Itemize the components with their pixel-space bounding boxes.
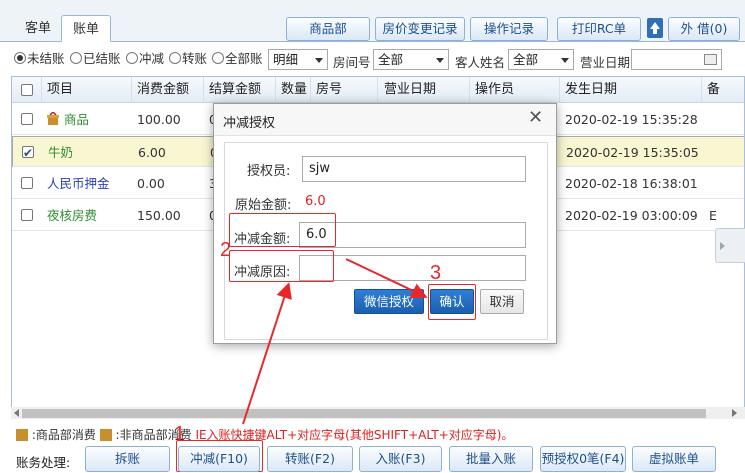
billing-actions-label: 账务处理: — [16, 455, 71, 470]
legend-nongoods: :非商品部消费 — [115, 428, 192, 442]
goods-dept-icon — [16, 429, 28, 441]
offset-button[interactable]: 冲减(F10) — [178, 446, 260, 472]
pre-auth-button[interactable]: 预授权0笔(F4) — [540, 446, 626, 472]
shortcut-hint: IE入账快捷键ALT+对应字母(其他SHIFT+ALT+对应字母)。 — [195, 428, 514, 442]
annotation-arrows — [242, 258, 428, 425]
transfer-button[interactable]: 转账(F2) — [267, 446, 353, 472]
batch-post-button[interactable]: 批量入账 — [449, 446, 533, 472]
split-bill-button[interactable]: 拆账 — [85, 446, 170, 472]
non-goods-dept-icon — [99, 429, 112, 441]
legend: :商品部消费 :非商品部消费 IE入账快捷键ALT+对应字母(其他SHIFT+A… — [16, 426, 513, 442]
legend-goods: :商品部消费 — [31, 428, 96, 442]
virtual-bill-button[interactable]: 虚拟账单 — [632, 446, 716, 472]
post-entry-button[interactable]: 入账(F3) — [359, 446, 442, 472]
